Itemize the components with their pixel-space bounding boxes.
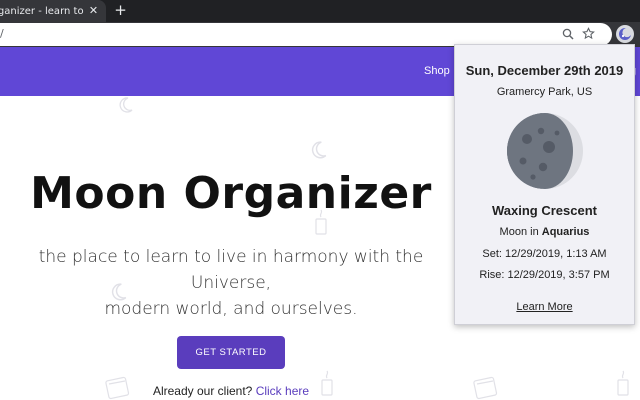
moon-phase-icon	[507, 113, 583, 189]
hero-subtitle-line: the place to learn to live in harmony wi…	[38, 247, 424, 293]
hero-title: Moon Organizer	[30, 168, 432, 219]
browser-tab-strip: rganizer - learn to live in ha ✕ +	[0, 0, 640, 22]
client-line: Already our client? Click here	[0, 384, 462, 398]
moon-extension-icon[interactable]	[616, 25, 634, 43]
popup-date: Sun, December 29th 2019	[465, 63, 624, 78]
moon-phase-name: Waxing Crescent	[492, 203, 597, 218]
calendar-icon	[473, 376, 498, 400]
learn-more-link[interactable]: Learn More	[455, 301, 634, 313]
zoom-icon[interactable]	[562, 28, 574, 40]
client-prompt: Already our client?	[152, 384, 256, 398]
nav-link-shop[interactable]: Shop	[424, 65, 450, 77]
close-icon[interactable]: ✕	[87, 4, 100, 17]
tab-title: rganizer - learn to live in ha	[0, 5, 84, 17]
moon-sign-line: Moon in Aquarius	[455, 226, 634, 238]
moon-sign-prefix: Moon in	[499, 226, 542, 238]
crescent-moon-icon	[311, 141, 327, 159]
moonset-time: Set: 12/29/2019, 1:13 AM	[482, 248, 607, 260]
popup-location: Gramercy Park, US	[496, 86, 593, 98]
bookmark-star-icon[interactable]	[582, 27, 595, 40]
hero-subtitle: the place to learn to live in harmony wi…	[0, 244, 462, 322]
moonrise-time: Rise: 12/29/2019, 3:57 PM	[479, 269, 610, 281]
get-started-button[interactable]: GET STARTED	[177, 336, 285, 369]
client-login-link[interactable]: Click here	[256, 384, 309, 398]
browser-tab[interactable]: rganizer - learn to live in ha ✕	[0, 0, 106, 22]
new-tab-button[interactable]: +	[112, 2, 129, 19]
crescent-moon-icon	[119, 97, 133, 113]
candle-icon	[617, 370, 629, 396]
moon-extension-popup: Sun, December 29th 2019 Gramercy Park, U…	[454, 44, 635, 325]
moon-sign: Aquarius	[541, 226, 590, 238]
address-bar[interactable]: /	[0, 23, 612, 46]
hero-subtitle-line: modern world, and ourselves.	[104, 299, 358, 319]
url-text[interactable]: /	[0, 27, 4, 40]
